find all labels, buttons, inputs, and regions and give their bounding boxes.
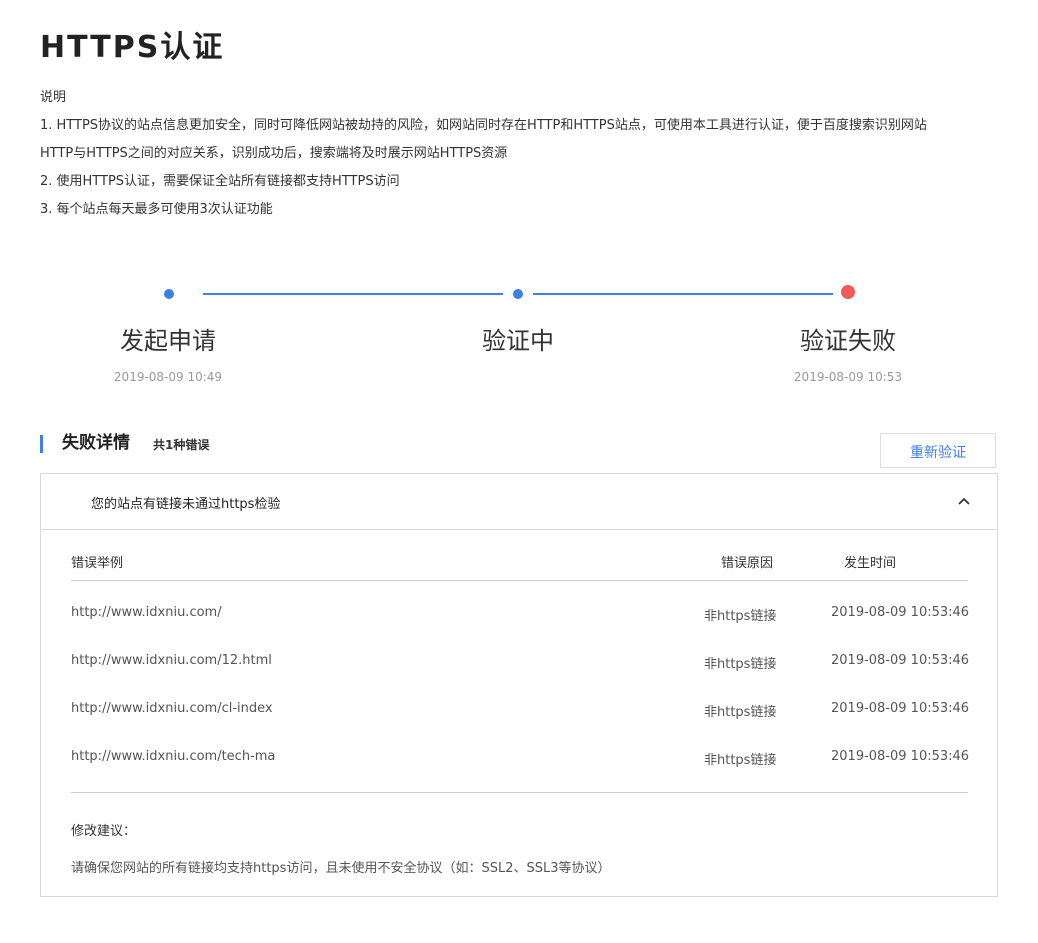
error-time: 2019-08-09 10:53:46: [831, 653, 970, 668]
step-dot-verifying: [513, 289, 523, 299]
table-row: http://www.idxniu.com/cl-index 非https链接 …: [71, 695, 970, 743]
column-header-reason: 错误原因: [721, 556, 774, 571]
chevron-up-icon[interactable]: [957, 494, 971, 508]
error-reason: 非https链接: [704, 657, 777, 672]
failure-panel-title: 您的站点有链接未通过https检验: [91, 497, 281, 512]
step-dot-submit: [164, 289, 174, 299]
step-label-submit: 发起申请: [120, 327, 216, 355]
retry-verify-button[interactable]: 重新验证: [880, 433, 996, 468]
error-url: http://www.idxniu.com/12.html: [71, 653, 272, 668]
error-reason: 非https链接: [704, 705, 777, 720]
step-connector: [533, 293, 833, 295]
table-row: http://www.idxniu.com/tech-ma 非https链接 2…: [71, 743, 970, 791]
column-header-time: 发生时间: [844, 556, 897, 571]
column-header-example: 错误举例: [71, 556, 124, 571]
description-line: 1. HTTPS协议的站点信息更加安全，同时可降低网站被劫持的风险，如网站同时存…: [40, 118, 927, 133]
error-reason: 非https链接: [704, 753, 777, 768]
table-row: http://www.idxniu.com/ 非https链接 2019-08-…: [71, 599, 970, 647]
error-time: 2019-08-09 10:53:46: [831, 749, 970, 764]
error-time: 2019-08-09 10:53:46: [831, 701, 970, 716]
failure-title: 失败详情: [62, 433, 130, 453]
step-label-verifying: 验证中: [482, 327, 554, 355]
step-label-failed: 验证失败: [800, 327, 896, 355]
page-title: HTTPS认证: [40, 30, 225, 65]
description-line: 3. 每个站点每天最多可使用3次认证功能: [40, 202, 273, 217]
error-url: http://www.idxniu.com/cl-index: [71, 701, 273, 716]
description: 说明 1. HTTPS协议的站点信息更加安全，同时可降低网站被劫持的风险，如网站…: [40, 84, 1000, 224]
description-line: 2. 使用HTTPS认证，需要保证全站所有链接都支持HTTPS访问: [40, 174, 400, 189]
step-time-failed: 2019-08-09 10:53: [793, 370, 903, 384]
error-table: 错误举例 错误原因 发生时间 http://www.idxniu.com/ 非h…: [71, 548, 970, 791]
table-row: http://www.idxniu.com/12.html 非https链接 2…: [71, 647, 970, 695]
suggestion-text: 请确保您网站的所有链接均支持https访问，且未使用不安全协议（如：SSL2、S…: [71, 861, 611, 876]
error-count: 共1种错误: [153, 438, 210, 452]
step-connector: [203, 293, 503, 295]
error-reason: 非https链接: [704, 609, 777, 624]
suggestion-title: 修改建议：: [71, 824, 137, 839]
divider: [71, 792, 968, 793]
table-body: http://www.idxniu.com/ 非https链接 2019-08-…: [71, 599, 970, 791]
progress-steps: 发起申请 验证中 验证失败 2019-08-09 10:49 2019-08-0…: [0, 280, 1038, 390]
error-time: 2019-08-09 10:53:46: [831, 605, 970, 620]
description-line: HTTP与HTTPS之间的对应关系，识别成功后，搜索端将及时展示网站HTTPS资…: [40, 146, 508, 161]
failure-panel-header[interactable]: 您的站点有链接未通过https检验: [41, 474, 997, 530]
error-url: http://www.idxniu.com/: [71, 605, 222, 620]
step-time-submit: 2019-08-09 10:49: [113, 370, 223, 384]
description-heading: 说明: [40, 90, 67, 105]
error-url: http://www.idxniu.com/tech-ma: [71, 749, 276, 764]
section-accent-bar: [40, 435, 43, 453]
step-dot-failed: [841, 285, 855, 299]
failure-panel: 您的站点有链接未通过https检验 错误举例 错误原因 发生时间 http://…: [40, 473, 998, 897]
table-header: 错误举例 错误原因 发生时间: [71, 548, 968, 581]
